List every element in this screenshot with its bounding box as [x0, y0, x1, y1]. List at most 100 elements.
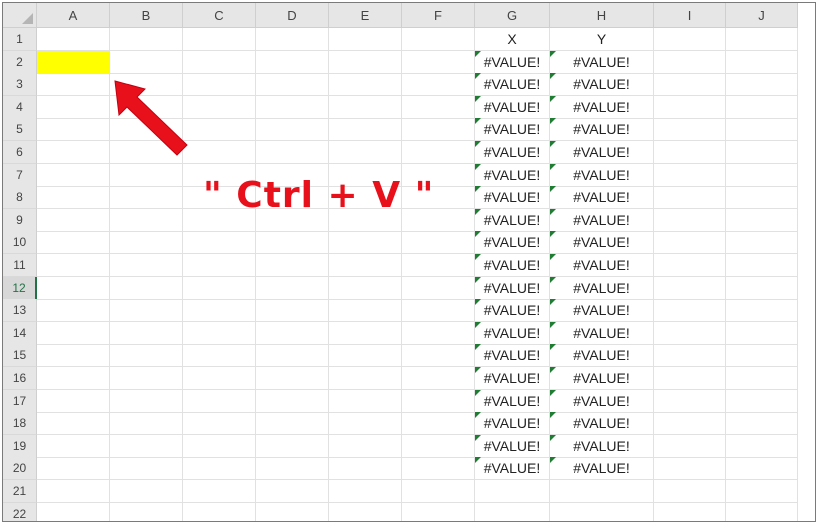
- cell-d19[interactable]: [256, 434, 329, 458]
- cell-d20[interactable]: [256, 457, 329, 481]
- cell-a22[interactable]: [37, 502, 110, 521]
- cell-f3[interactable]: [402, 73, 475, 97]
- cell-h17[interactable]: #VALUE!: [550, 389, 654, 413]
- cell-j6[interactable]: [726, 141, 798, 164]
- cell-h21[interactable]: [550, 480, 654, 503]
- cell-f16[interactable]: [402, 367, 475, 390]
- cell-c19[interactable]: [183, 434, 256, 458]
- row-header-6[interactable]: 6: [3, 141, 37, 164]
- cell-i15[interactable]: [654, 344, 726, 368]
- cell-b14[interactable]: [110, 321, 183, 345]
- cell-i6[interactable]: [654, 141, 726, 164]
- cell-j21[interactable]: [726, 480, 798, 503]
- column-header-g[interactable]: G: [475, 3, 550, 28]
- row-header-18[interactable]: 18: [3, 412, 37, 436]
- cell-a16[interactable]: [37, 367, 110, 390]
- cell-j7[interactable]: [726, 163, 798, 187]
- cell-g14[interactable]: #VALUE!: [475, 321, 550, 345]
- row-header-4[interactable]: 4: [3, 95, 37, 119]
- cell-e6[interactable]: [329, 141, 402, 164]
- cell-a5[interactable]: [37, 118, 110, 142]
- cell-c18[interactable]: [183, 412, 256, 436]
- cell-b8[interactable]: [110, 186, 183, 210]
- cell-h4[interactable]: #VALUE!: [550, 95, 654, 119]
- cell-i4[interactable]: [654, 95, 726, 119]
- row-header-5[interactable]: 5: [3, 118, 37, 142]
- cell-i18[interactable]: [654, 412, 726, 436]
- row-header-15[interactable]: 15: [3, 344, 37, 368]
- cell-a2[interactable]: [37, 50, 110, 74]
- cell-i13[interactable]: [654, 299, 726, 323]
- cell-b11[interactable]: [110, 254, 183, 277]
- cell-a18[interactable]: [37, 412, 110, 436]
- cell-b18[interactable]: [110, 412, 183, 436]
- row-header-22[interactable]: 22: [3, 502, 37, 521]
- cell-f20[interactable]: [402, 457, 475, 481]
- column-header-e[interactable]: E: [329, 3, 402, 28]
- cell-a11[interactable]: [37, 254, 110, 277]
- cell-d4[interactable]: [256, 95, 329, 119]
- cell-b21[interactable]: [110, 480, 183, 503]
- cell-e22[interactable]: [329, 502, 402, 521]
- cell-g19[interactable]: #VALUE!: [475, 434, 550, 458]
- cell-j20[interactable]: [726, 457, 798, 481]
- cell-e19[interactable]: [329, 434, 402, 458]
- cell-c16[interactable]: [183, 367, 256, 390]
- cell-f1[interactable]: [402, 28, 475, 51]
- cell-b1[interactable]: [110, 28, 183, 51]
- cell-b7[interactable]: [110, 163, 183, 187]
- cell-f5[interactable]: [402, 118, 475, 142]
- cell-h12[interactable]: #VALUE!: [550, 276, 654, 300]
- cell-g4[interactable]: #VALUE!: [475, 95, 550, 119]
- cell-c11[interactable]: [183, 254, 256, 277]
- cell-i9[interactable]: [654, 208, 726, 232]
- cell-i8[interactable]: [654, 186, 726, 210]
- cell-i11[interactable]: [654, 254, 726, 277]
- cell-d2[interactable]: [256, 50, 329, 74]
- cell-d11[interactable]: [256, 254, 329, 277]
- cell-a4[interactable]: [37, 95, 110, 119]
- cell-a6[interactable]: [37, 141, 110, 164]
- cell-g17[interactable]: #VALUE!: [475, 389, 550, 413]
- cell-c15[interactable]: [183, 344, 256, 368]
- cell-j14[interactable]: [726, 321, 798, 345]
- cell-g10[interactable]: #VALUE!: [475, 231, 550, 255]
- cell-a13[interactable]: [37, 299, 110, 323]
- cell-f14[interactable]: [402, 321, 475, 345]
- cell-i20[interactable]: [654, 457, 726, 481]
- row-header-20[interactable]: 20: [3, 457, 37, 481]
- cell-d22[interactable]: [256, 502, 329, 521]
- row-header-16[interactable]: 16: [3, 367, 37, 390]
- cell-h11[interactable]: #VALUE!: [550, 254, 654, 277]
- cell-j2[interactable]: [726, 50, 798, 74]
- cell-g5[interactable]: #VALUE!: [475, 118, 550, 142]
- cell-e13[interactable]: [329, 299, 402, 323]
- cell-h2[interactable]: #VALUE!: [550, 50, 654, 74]
- cell-h6[interactable]: #VALUE!: [550, 141, 654, 164]
- cell-a14[interactable]: [37, 321, 110, 345]
- cell-g20[interactable]: #VALUE!: [475, 457, 550, 481]
- row-header-11[interactable]: 11: [3, 254, 37, 277]
- cell-i19[interactable]: [654, 434, 726, 458]
- cell-a8[interactable]: [37, 186, 110, 210]
- cell-j16[interactable]: [726, 367, 798, 390]
- cell-e17[interactable]: [329, 389, 402, 413]
- cell-j11[interactable]: [726, 254, 798, 277]
- cell-h19[interactable]: #VALUE!: [550, 434, 654, 458]
- column-header-a[interactable]: A: [37, 3, 110, 28]
- row-header-14[interactable]: 14: [3, 321, 37, 345]
- cell-a3[interactable]: [37, 73, 110, 97]
- cell-f12[interactable]: [402, 276, 475, 300]
- cell-g7[interactable]: #VALUE!: [475, 163, 550, 187]
- cell-j17[interactable]: [726, 389, 798, 413]
- cell-f11[interactable]: [402, 254, 475, 277]
- cell-c21[interactable]: [183, 480, 256, 503]
- cell-e4[interactable]: [329, 95, 402, 119]
- select-all-corner[interactable]: [3, 3, 37, 28]
- row-header-7[interactable]: 7: [3, 163, 37, 187]
- cell-e11[interactable]: [329, 254, 402, 277]
- cell-d3[interactable]: [256, 73, 329, 97]
- cell-f17[interactable]: [402, 389, 475, 413]
- cell-g12[interactable]: #VALUE!: [475, 276, 550, 300]
- cell-a7[interactable]: [37, 163, 110, 187]
